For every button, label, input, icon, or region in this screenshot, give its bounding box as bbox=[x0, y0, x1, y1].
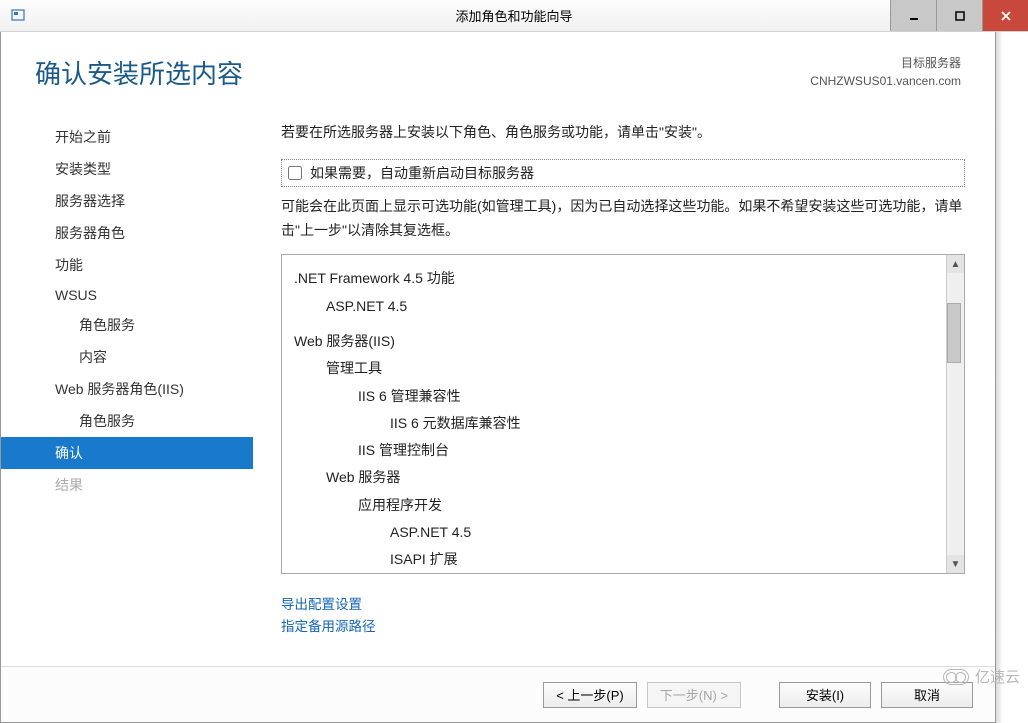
nav-item-8[interactable]: Web 服务器角色(IIS) bbox=[1, 373, 253, 405]
feature-item: .NET Framework 4.5 功能 bbox=[294, 265, 934, 292]
feature-item: ISAPI 扩展 bbox=[294, 546, 934, 573]
wizard-sidebar: 开始之前安装类型服务器选择服务器角色功能WSUS角色服务内容Web 服务器角色(… bbox=[1, 111, 253, 666]
close-button[interactable] bbox=[982, 0, 1028, 31]
watermark-icon bbox=[943, 669, 969, 685]
target-server-name: CNHZWSUS01.vancen.com bbox=[810, 72, 961, 90]
export-config-link[interactable]: 导出配置设置 bbox=[281, 594, 965, 616]
window-body: 确认安装所选内容 目标服务器 CNHZWSUS01.vancen.com 开始之… bbox=[0, 32, 996, 723]
wizard-links: 导出配置设置 指定备用源路径 bbox=[281, 594, 965, 637]
instruction-text: 若要在所选服务器上安装以下角色、角色服务或功能，请单击"安装"。 bbox=[281, 121, 965, 145]
wizard-footer: < 上一步(P) 下一步(N) > 安装(I) 取消 bbox=[1, 666, 995, 722]
nav-item-4[interactable]: 功能 bbox=[1, 249, 253, 281]
app-icon bbox=[10, 8, 26, 24]
alt-source-link[interactable]: 指定备用源路径 bbox=[281, 616, 965, 638]
nav-item-5[interactable]: WSUS bbox=[1, 281, 253, 309]
feature-item: ASP.NET 4.5 bbox=[294, 293, 934, 320]
note-text: 可能会在此页面上显示可选功能(如管理工具)，因为已自动选择这些功能。如果不希望安… bbox=[281, 195, 965, 243]
watermark-text: 亿速云 bbox=[975, 666, 1020, 687]
feature-item: Web 服务器(IIS) bbox=[294, 328, 934, 355]
nav-item-7[interactable]: 内容 bbox=[1, 341, 253, 373]
target-server-label: 目标服务器 bbox=[810, 54, 961, 72]
feature-scrollbar[interactable]: ▲ ▼ bbox=[946, 255, 964, 573]
feature-item: IIS 6 元数据库兼容性 bbox=[294, 410, 934, 437]
titlebar: 添加角色和功能向导 bbox=[0, 0, 1028, 32]
scroll-down-icon[interactable]: ▼ bbox=[947, 555, 964, 573]
previous-button[interactable]: < 上一步(P) bbox=[543, 682, 637, 708]
watermark: 亿速云 bbox=[943, 666, 1020, 687]
feature-item: 管理工具 bbox=[294, 355, 934, 382]
nav-item-10[interactable]: 确认 bbox=[1, 437, 253, 469]
maximize-button[interactable] bbox=[936, 0, 982, 31]
scroll-thumb[interactable] bbox=[947, 303, 961, 363]
feature-item: 应用程序开发 bbox=[294, 492, 934, 519]
install-button[interactable]: 安装(I) bbox=[779, 682, 871, 708]
restart-checkbox[interactable] bbox=[288, 166, 302, 180]
window-controls bbox=[890, 0, 1028, 31]
scroll-track[interactable] bbox=[947, 273, 964, 555]
scroll-up-icon[interactable]: ▲ bbox=[947, 255, 964, 273]
nav-item-3[interactable]: 服务器角色 bbox=[1, 217, 253, 249]
feature-item: IIS 管理控制台 bbox=[294, 437, 934, 464]
window-title: 添加角色和功能向导 bbox=[455, 6, 572, 25]
next-button: 下一步(N) > bbox=[647, 682, 741, 708]
feature-item: IIS 6 管理兼容性 bbox=[294, 383, 934, 410]
feature-item: ASP.NET 4.5 bbox=[294, 519, 934, 546]
minimize-button[interactable] bbox=[890, 0, 936, 31]
feature-item: Web 服务器 bbox=[294, 464, 934, 491]
nav-item-1[interactable]: 安装类型 bbox=[1, 153, 253, 185]
content-pane: 若要在所选服务器上安装以下角色、角色服务或功能，请单击"安装"。 如果需要，自动… bbox=[253, 111, 995, 666]
page-title: 确认安装所选内容 bbox=[35, 54, 243, 91]
feature-list-box: .NET Framework 4.5 功能ASP.NET 4.5Web 服务器(… bbox=[281, 254, 965, 574]
nav-item-2[interactable]: 服务器选择 bbox=[1, 185, 253, 217]
nav-item-0[interactable]: 开始之前 bbox=[1, 121, 253, 153]
target-server-info: 目标服务器 CNHZWSUS01.vancen.com bbox=[810, 54, 961, 90]
header-area: 确认安装所选内容 目标服务器 CNHZWSUS01.vancen.com bbox=[1, 32, 995, 101]
feature-list: .NET Framework 4.5 功能ASP.NET 4.5Web 服务器(… bbox=[282, 255, 946, 573]
restart-checkbox-row[interactable]: 如果需要，自动重新启动目标服务器 bbox=[281, 159, 965, 187]
restart-checkbox-label: 如果需要，自动重新启动目标服务器 bbox=[310, 163, 534, 183]
nav-item-11: 结果 bbox=[1, 469, 253, 501]
nav-item-6[interactable]: 角色服务 bbox=[1, 309, 253, 341]
nav-item-9[interactable]: 角色服务 bbox=[1, 405, 253, 437]
